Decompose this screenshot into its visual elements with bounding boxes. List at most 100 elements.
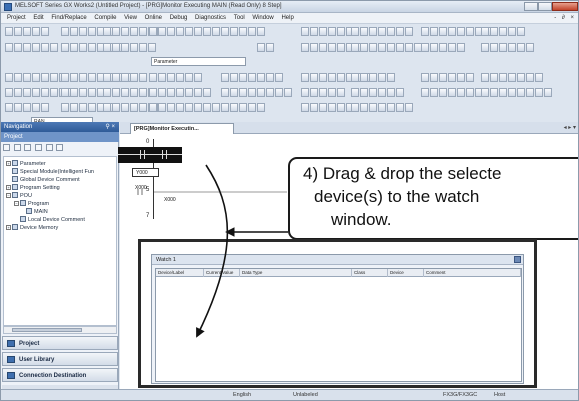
filter-icon[interactable] [35, 144, 43, 151]
toolbar-button-icon[interactable] [378, 88, 386, 97]
toolbar-button-icon[interactable] [535, 73, 543, 82]
toolbar-button-icon[interactable] [481, 73, 489, 82]
toolbar-button-icon[interactable] [61, 88, 69, 97]
toolbar-button-icon[interactable] [369, 103, 377, 112]
toolbar-button-icon[interactable] [130, 103, 138, 112]
toolbar-button-icon[interactable] [176, 73, 184, 82]
toolbar-button-icon[interactable] [50, 88, 58, 97]
toolbar-button-icon[interactable] [149, 27, 157, 36]
toolbar-button-icon[interactable] [310, 73, 318, 82]
toolbar-button-icon[interactable] [103, 73, 111, 82]
toolbar-button-icon[interactable] [301, 88, 309, 97]
toolbar-button-icon[interactable] [275, 88, 283, 97]
toolbar-button-icon[interactable] [130, 43, 138, 52]
toolbar-button-icon[interactable] [328, 73, 336, 82]
toolbar-button-icon[interactable] [526, 73, 534, 82]
toolbar-button-icon[interactable] [130, 88, 138, 97]
menu-tool[interactable]: Tool [234, 15, 245, 21]
toolbar-button-icon[interactable] [490, 27, 498, 36]
toolbar-button-icon[interactable] [387, 43, 395, 52]
toolbar-button-icon[interactable] [439, 43, 447, 52]
toolbar-button-icon[interactable] [239, 73, 247, 82]
mdi-controls[interactable]: - ∂ × [554, 15, 576, 21]
toolbar-button-icon[interactable] [248, 88, 256, 97]
toolbar-button-icon[interactable] [41, 43, 49, 52]
toolbar-button-icon[interactable] [23, 103, 31, 112]
toolbar-button-icon[interactable] [421, 88, 429, 97]
toolbar-button-icon[interactable] [14, 103, 22, 112]
menu-online[interactable]: Online [145, 15, 162, 21]
toolbar-button-icon[interactable] [103, 103, 111, 112]
toolbar-button-icon[interactable] [79, 88, 87, 97]
toolbar-button-icon[interactable] [121, 88, 129, 97]
minimize-button[interactable] [524, 2, 538, 11]
menu-compile[interactable]: Compile [94, 15, 116, 21]
toolbar-button-icon[interactable] [319, 103, 327, 112]
toolbar-button-icon[interactable] [112, 88, 120, 97]
toolbar-button-icon[interactable] [239, 88, 247, 97]
toolbar-button-icon[interactable] [396, 88, 404, 97]
toolbar-button-icon[interactable] [405, 103, 413, 112]
toolbar-button-icon[interactable] [185, 88, 193, 97]
menu-project[interactable]: Project [7, 15, 26, 21]
toolbar-button-icon[interactable] [499, 88, 507, 97]
toolbar-button-icon[interactable] [517, 88, 525, 97]
toolbar-button-icon[interactable] [430, 73, 438, 82]
selected-device-box[interactable]: Y000 [132, 168, 159, 177]
toolbar-button-icon[interactable] [369, 43, 377, 52]
toolbar-button-icon[interactable] [41, 27, 49, 36]
toolbar-button-icon[interactable] [121, 27, 129, 36]
toolbar-button-icon[interactable] [257, 88, 265, 97]
navigation-scrollbar[interactable] [3, 326, 117, 334]
toolbar-button-icon[interactable] [448, 27, 456, 36]
toolbar-button-icon[interactable] [421, 73, 429, 82]
toolbar-button-icon[interactable] [79, 43, 87, 52]
toolbar-button-icon[interactable] [439, 73, 447, 82]
toolbar-button-icon[interactable] [185, 103, 193, 112]
toolbar-button-icon[interactable] [301, 103, 309, 112]
toolbar-button-icon[interactable] [14, 73, 22, 82]
toolbar-button-icon[interactable] [466, 73, 474, 82]
toolbar-button-icon[interactable] [369, 27, 377, 36]
toolbar-button-icon[interactable] [430, 27, 438, 36]
toolbar-button-icon[interactable] [139, 27, 147, 36]
toolbar-button-icon[interactable] [194, 73, 202, 82]
toolbar-button-icon[interactable] [508, 73, 516, 82]
project-icon[interactable] [24, 144, 32, 151]
toolbar-button-icon[interactable] [387, 88, 395, 97]
toolbar-button-icon[interactable] [103, 88, 111, 97]
toolbar-button-icon[interactable] [378, 43, 386, 52]
toolbar-button-icon[interactable] [167, 88, 175, 97]
toolbar-button-icon[interactable] [203, 103, 211, 112]
toolbar-button-icon[interactable] [535, 88, 543, 97]
toolbar-button-icon[interactable] [310, 27, 318, 36]
toolbar-button-icon[interactable] [176, 88, 184, 97]
toolbar-button-icon[interactable] [88, 43, 96, 52]
nav-tab-user-library[interactable]: User Library [2, 352, 118, 366]
toolbar-button-icon[interactable] [301, 27, 309, 36]
toolbar-button-icon[interactable] [158, 73, 166, 82]
menu-window[interactable]: Window [252, 15, 273, 21]
collapse-icon[interactable]: − [6, 193, 11, 198]
column-device[interactable]: Device [388, 269, 424, 277]
toolbar-button-icon[interactable] [212, 103, 220, 112]
toolbar-button-icon[interactable] [360, 43, 368, 52]
toolbar-button-icon[interactable] [337, 43, 345, 52]
toolbar-button-icon[interactable] [337, 73, 345, 82]
expand-all-icon[interactable] [3, 144, 10, 151]
toolbar-button-icon[interactable] [112, 103, 120, 112]
close-button[interactable] [552, 2, 578, 11]
toolbar-button-icon[interactable] [88, 88, 96, 97]
toolbar-button-icon[interactable] [185, 27, 193, 36]
tree-item-device-memory[interactable]: + Device Memory [6, 224, 58, 231]
toolbar-button-icon[interactable] [378, 27, 386, 36]
toolbar-button-icon[interactable] [185, 73, 193, 82]
toolbar-button-icon[interactable] [148, 43, 156, 52]
toolbar-button-icon[interactable] [328, 88, 336, 97]
toolbar-button-icon[interactable] [130, 27, 138, 36]
toolbar-button-icon[interactable] [230, 88, 238, 97]
toolbar-button-icon[interactable] [139, 73, 147, 82]
toolbar-button-icon[interactable] [499, 43, 507, 52]
toolbar-button-icon[interactable] [275, 73, 283, 82]
tree-item-program[interactable]: − Program [14, 200, 49, 207]
